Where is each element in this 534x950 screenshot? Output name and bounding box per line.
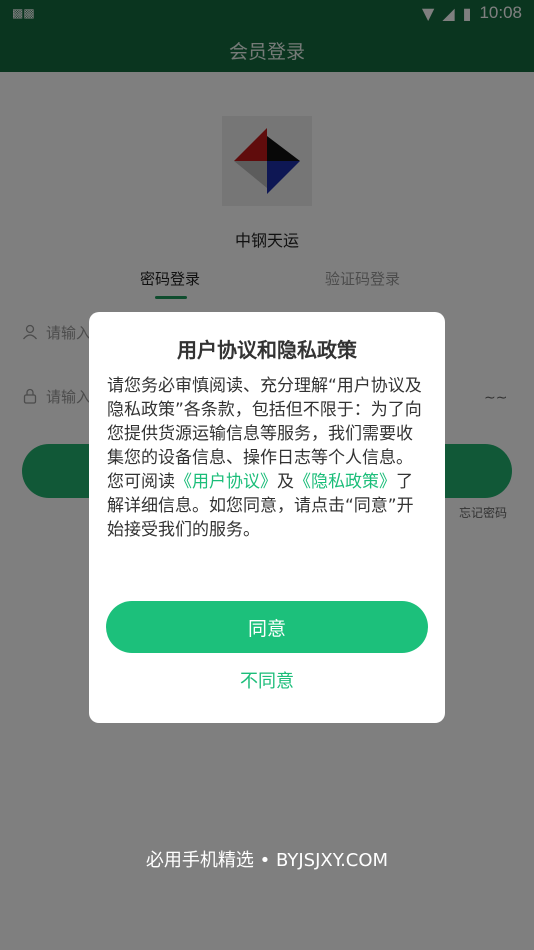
privacy-policy-link[interactable]: 《隐私政策》 <box>294 472 396 492</box>
dialog-body: 请您务必审慎阅读、充分理解“用户协议及隐私政策”各条款，包括但不限于：为了向您提… <box>107 374 429 542</box>
agree-button[interactable]: 同意 <box>106 601 428 653</box>
dialog-read-prefix: 您可阅读 <box>107 472 175 492</box>
dialog-paragraph-1: 请您务必审慎阅读、充分理解“用户协议及隐私政策”各条款，包括但不限于：为了向您提… <box>107 376 422 468</box>
privacy-dialog: 用户协议和隐私政策 请您务必审慎阅读、充分理解“用户协议及隐私政策”各条款，包括… <box>89 312 445 723</box>
user-agreement-link[interactable]: 《用户协议》 <box>175 472 277 492</box>
watermark-text: 必用手机精选 • BYJSJXY.COM <box>145 850 389 871</box>
dialog-and-text: 及 <box>277 472 294 492</box>
dialog-title: 用户协议和隐私政策 <box>177 338 357 362</box>
disagree-button[interactable]: 不同意 <box>89 667 445 693</box>
